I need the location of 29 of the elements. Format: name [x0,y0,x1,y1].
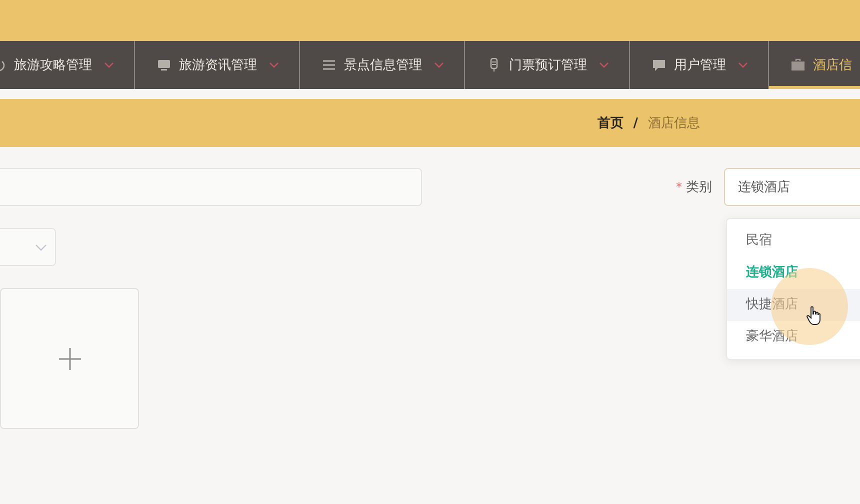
caret-icon [269,62,279,68]
monitor-icon [157,58,171,72]
caret-icon [599,62,609,68]
upload-box[interactable] [0,288,139,429]
dropdown-option[interactable]: 豪华酒店 [727,321,860,353]
caret-icon [434,62,444,68]
chat-icon [652,58,666,72]
breadcrumb-separator: / [633,116,638,130]
plus-icon [58,346,82,370]
nav-item[interactable]: 景点信息管理 [300,41,465,89]
caret-icon [738,62,748,68]
hand-cursor-icon [806,306,822,326]
caret-icon [104,62,114,68]
category-select[interactable]: 连锁酒店 [724,168,860,206]
dropdown-option[interactable]: 民宿 [727,225,860,257]
required-mark: * [676,180,682,194]
dropdown-option[interactable]: 快捷酒店 [727,289,860,321]
breadcrumb-item: 酒店信息 [648,115,700,132]
nav-item[interactable]: 用户管理 [630,41,769,89]
list-icon [322,58,336,72]
nav-item[interactable]: 酒店信 [769,41,860,89]
nav-item[interactable]: 旅游攻略管理 [0,41,135,89]
input-field[interactable] [0,168,422,206]
briefcase-icon [791,58,805,72]
nav-item[interactable]: 旅游资讯管理 [135,41,300,89]
nav-item[interactable]: 门票预订管理 [465,41,630,89]
breadcrumb-item[interactable]: 首页 [597,114,624,132]
chevron-down-icon [35,244,47,250]
field-label: 类别 [686,179,712,196]
